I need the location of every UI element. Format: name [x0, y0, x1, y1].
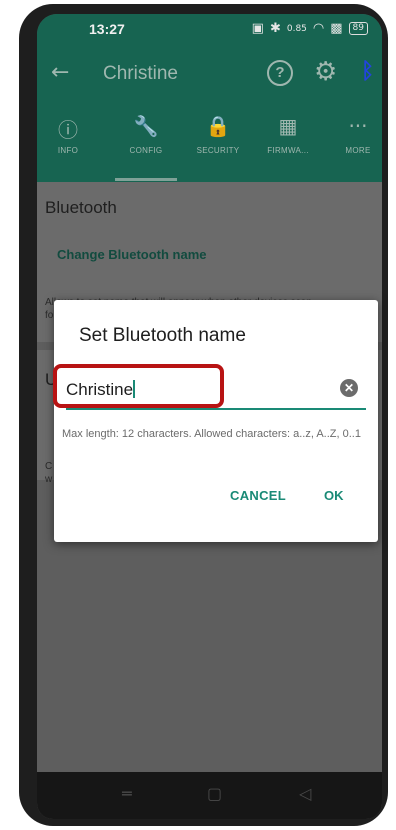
bluetooth-status-icon: ✱: [269, 21, 281, 36]
info-icon: ⓘ: [58, 118, 78, 142]
tab-bar: ⓘ INFO 🔧 CONFIG 🔒 SECURITY ▦ FIRMWA... ·…: [37, 102, 382, 182]
menu-nav-icon[interactable]: ═: [122, 784, 132, 803]
section2-text-cont: w: [45, 474, 53, 485]
status-time: 13:27: [89, 21, 125, 37]
section2-text: C: [45, 461, 53, 472]
status-icons: ▣ ✱ 0.85 ◠ ▩ 89: [252, 21, 368, 36]
tab-more[interactable]: ··· MORE: [327, 102, 382, 182]
tab-label: INFO: [57, 146, 79, 155]
gear-icon[interactable]: ⚙: [314, 57, 337, 87]
change-bluetooth-name-link[interactable]: Change Bluetooth name: [57, 247, 207, 262]
nfc-icon: ▣: [251, 21, 264, 36]
tab-info[interactable]: ⓘ INFO: [37, 102, 99, 182]
more-dots-icon: ···: [348, 114, 368, 138]
status-bar: 13:27 ▣ ✱ 0.85 ◠ ▩ 89: [37, 14, 382, 46]
section-title: Bluetooth: [45, 198, 117, 217]
home-nav-icon[interactable]: ▢: [207, 784, 222, 803]
wifi-icon: ◠: [312, 21, 325, 36]
tab-config[interactable]: 🔧 CONFIG: [115, 102, 177, 182]
dialog-title: Set Bluetooth name: [79, 325, 246, 346]
lock-icon: 🔒: [205, 114, 231, 138]
chip-icon: ▦: [278, 114, 298, 138]
app-bar: ← Christine ? ⚙ ᛒ: [37, 46, 382, 102]
device-title: Christine: [103, 63, 178, 84]
sim-icon: ▩: [330, 21, 343, 36]
tab-firmware[interactable]: ▦ FIRMWA...: [257, 102, 319, 182]
tab-label: FIRMWA...: [267, 146, 309, 155]
tab-indicator: [115, 178, 177, 181]
battery-icon: 89: [348, 22, 368, 35]
back-arrow-icon[interactable]: ←: [51, 60, 69, 85]
net-speed: 0.85: [286, 23, 307, 34]
set-name-dialog: Set Bluetooth name Christine ✕ Max lengt…: [54, 300, 378, 542]
tab-label: SECURITY: [196, 146, 240, 155]
nav-bar: ═ ▢ ◁: [37, 772, 382, 819]
tab-label: MORE: [345, 146, 371, 155]
tab-security[interactable]: 🔒 SECURITY: [187, 102, 249, 182]
wrench-icon: 🔧: [133, 114, 159, 138]
tab-label: CONFIG: [129, 146, 163, 155]
back-nav-icon[interactable]: ◁: [299, 784, 311, 803]
clear-icon[interactable]: ✕: [340, 379, 358, 397]
bluetooth-icon[interactable]: ᛒ: [361, 59, 374, 84]
input-highlight-box: [53, 364, 224, 408]
ok-button[interactable]: OK: [324, 488, 344, 503]
cancel-button[interactable]: CANCEL: [230, 488, 286, 503]
input-hint: Max length: 12 characters. Allowed chara…: [62, 428, 361, 440]
section-description-cont: fo: [45, 310, 54, 321]
help-icon[interactable]: ?: [267, 60, 293, 86]
